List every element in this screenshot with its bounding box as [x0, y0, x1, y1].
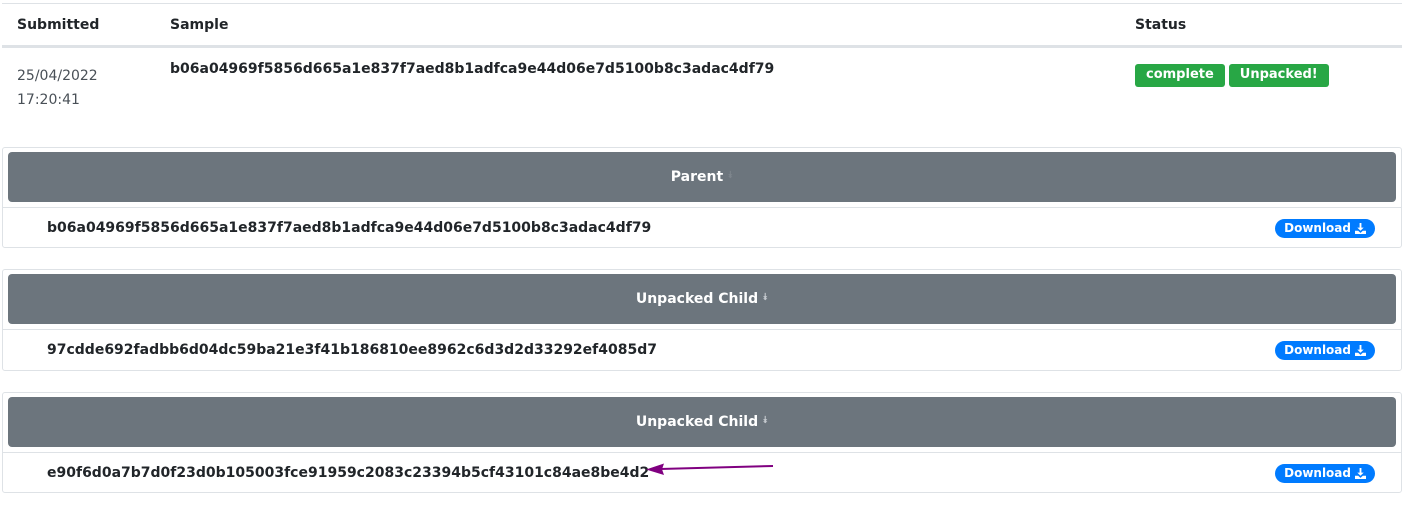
download-button-label: Download [1284, 221, 1351, 235]
download-icon [1355, 345, 1366, 356]
double-chevron-down-icon: ⯯ [727, 170, 734, 181]
status-badges: complete Unpacked! [1135, 64, 1329, 87]
card-divider [3, 207, 1401, 208]
unpacked-child-2-hash: e90f6d0a7b7d0f23d0b105003fce91959c2083c2… [47, 465, 650, 481]
header-sample: Sample [170, 17, 229, 33]
parent-hash: b06a04969f5856d665a1e837f7aed8b1adfca9e4… [47, 220, 652, 236]
download-icon [1355, 468, 1366, 479]
double-chevron-down-icon: ⯯ [762, 415, 769, 426]
sample-hash: b06a04969f5856d665a1e837f7aed8b1adfca9e4… [170, 61, 775, 77]
table-row: 25/04/2022 17:20:41 b06a04969f5856d665a1… [2, 48, 1402, 138]
card-divider [3, 329, 1401, 330]
parent-card-header[interactable]: Parent ⯯ [8, 152, 1396, 202]
status-badge-complete: complete [1135, 64, 1225, 87]
download-button[interactable]: Download [1275, 219, 1375, 238]
download-icon [1355, 223, 1366, 234]
header-submitted: Submitted [17, 17, 100, 33]
unpacked-child-1-hash: 97cdde692fadbb6d04dc59ba21e3f41b186810ee… [47, 342, 657, 358]
download-button[interactable]: Download [1275, 341, 1375, 360]
submitted-time: 17:20:41 [17, 92, 80, 108]
download-button-label: Download [1284, 466, 1351, 480]
unpacked-child-card-1: Unpacked Child ⯯ 97cdde692fadbb6d04dc59b… [2, 269, 1402, 371]
unpacked-child-card-2-title: Unpacked Child [635, 414, 759, 430]
parent-card: Parent ⯯ b06a04969f5856d665a1e837f7aed8b… [2, 147, 1402, 248]
card-divider [3, 452, 1401, 453]
unpacked-child-card-1-title: Unpacked Child [635, 291, 759, 307]
download-button-label: Download [1284, 343, 1351, 357]
unpacked-child-card-2-header[interactable]: Unpacked Child ⯯ [8, 397, 1396, 447]
annotation-arrow [646, 463, 774, 475]
double-chevron-down-icon: ⯯ [762, 292, 769, 303]
unpacked-child-card-1-header[interactable]: Unpacked Child ⯯ [8, 274, 1396, 324]
status-badge-unpacked: Unpacked! [1228, 64, 1329, 87]
download-button[interactable]: Download [1275, 464, 1375, 483]
summary-table: Submitted Sample Status 25/04/2022 17:20… [2, 3, 1402, 138]
submitted-datetime: 25/04/2022 17:20:41 [17, 64, 127, 112]
page: Submitted Sample Status 25/04/2022 17:20… [0, 0, 1416, 516]
header-status: Status [1135, 17, 1187, 33]
table-header: Submitted Sample Status [2, 4, 1402, 48]
parent-card-title: Parent [670, 169, 724, 185]
submitted-date: 25/04/2022 [17, 68, 98, 84]
